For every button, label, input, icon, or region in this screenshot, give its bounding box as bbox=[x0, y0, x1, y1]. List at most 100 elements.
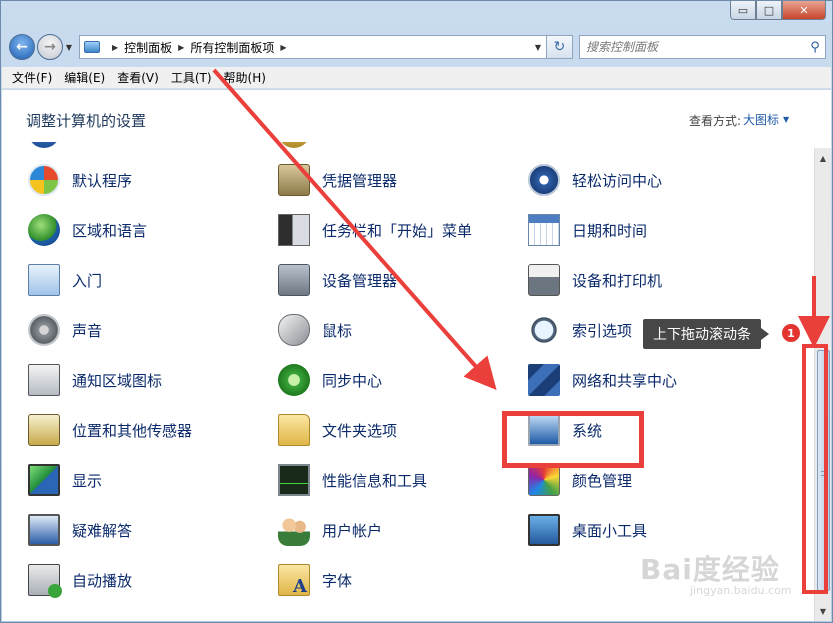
desktop-gadgets-icon bbox=[528, 514, 560, 546]
menu-file[interactable]: 文件(F) bbox=[12, 67, 52, 88]
view-by-value[interactable]: 大图标 bbox=[743, 111, 779, 128]
menu-tools[interactable]: 工具(T) bbox=[171, 67, 212, 88]
item-label: 日期和时间 bbox=[572, 221, 648, 240]
item-label: 网络和共享中心 bbox=[572, 371, 678, 390]
item-date-time[interactable]: 日期和时间 bbox=[528, 212, 647, 248]
item-folder-options[interactable]: 文件夹选项 bbox=[278, 412, 397, 448]
forward-button[interactable]: → bbox=[37, 34, 63, 60]
item-indexing-options[interactable]: 索引选项 bbox=[528, 312, 632, 348]
folder-options-icon bbox=[278, 414, 310, 446]
chevron-right-icon[interactable]: ▶ bbox=[280, 43, 286, 52]
watermark-url: jingyan.baidu.com bbox=[690, 584, 792, 597]
ease-of-access-icon bbox=[528, 164, 560, 196]
chevron-down-icon[interactable]: ▼ bbox=[783, 115, 789, 124]
view-by-label: 查看方式: bbox=[688, 114, 741, 128]
back-button[interactable]: ← bbox=[9, 34, 35, 60]
devices-printers-icon bbox=[528, 264, 560, 296]
taskbar-start-menu-icon bbox=[278, 214, 310, 246]
fonts-icon bbox=[278, 564, 310, 597]
autoplay-icon bbox=[28, 564, 62, 598]
item-getting-started[interactable]: 入门 bbox=[28, 262, 102, 298]
scroll-up-arrow-icon[interactable]: ▲ bbox=[815, 150, 831, 166]
item-ease-of-access[interactable]: 轻松访问中心 bbox=[528, 162, 662, 198]
item-troubleshooting[interactable]: 疑难解答 bbox=[28, 512, 132, 548]
item-label: 鼠标 bbox=[322, 321, 353, 340]
troubleshooting-icon bbox=[28, 514, 60, 546]
content-area: 调整计算机的设置 查看方式: 大图标 ▼ 默认程序 区域和语言 入门 声音 通知… bbox=[2, 90, 831, 621]
search-input[interactable] bbox=[586, 40, 805, 54]
item-label: 颜色管理 bbox=[572, 471, 633, 490]
scroll-down-arrow-icon[interactable]: ▼ bbox=[815, 603, 831, 619]
control-panel-icon bbox=[84, 41, 100, 53]
item-device-manager[interactable]: 设备管理器 bbox=[278, 262, 397, 298]
address-row: ← → ▼ ▶ 控制面板 ▶ 所有控制面板项 ▶ ▼ ↻ ⚲ bbox=[9, 32, 826, 62]
menu-edit[interactable]: 编辑(E) bbox=[64, 67, 105, 88]
item-credential-manager[interactable]: 凭据管理器 bbox=[278, 162, 397, 198]
color-management-icon bbox=[528, 464, 560, 496]
annotation-tooltip: 上下拖动滚动条 bbox=[643, 319, 769, 349]
watermark-logo: Bai度经验 bbox=[640, 553, 780, 586]
item-region-language[interactable]: 区域和语言 bbox=[28, 212, 147, 248]
device-manager-icon bbox=[278, 264, 310, 296]
item-location-sensors[interactable]: 位置和其他传感器 bbox=[28, 412, 192, 448]
address-history-dropdown[interactable]: ▼ bbox=[530, 43, 546, 52]
notification-icons-icon bbox=[28, 364, 60, 396]
partial-icon bbox=[28, 142, 60, 148]
credential-manager-icon bbox=[278, 164, 310, 196]
item-devices-printers[interactable]: 设备和打印机 bbox=[528, 262, 662, 298]
partial-icon bbox=[278, 142, 310, 148]
item-label: 凭据管理器 bbox=[322, 171, 398, 190]
item-label: 显示 bbox=[72, 471, 103, 490]
item-label: 通知区域图标 bbox=[72, 371, 163, 390]
item-label: 位置和其他传感器 bbox=[72, 421, 193, 440]
item-mouse[interactable]: 鼠标 bbox=[278, 312, 352, 348]
getting-started-icon bbox=[28, 264, 60, 296]
item-autoplay[interactable]: 自动播放 bbox=[28, 562, 132, 598]
search-icon[interactable]: ⚲ bbox=[805, 40, 825, 55]
chevron-right-icon[interactable]: ▶ bbox=[178, 43, 184, 52]
region-language-icon bbox=[28, 214, 60, 246]
page-title: 调整计算机的设置 bbox=[26, 112, 147, 130]
date-time-icon bbox=[528, 214, 560, 246]
item-label: 索引选项 bbox=[572, 321, 633, 340]
view-by-dropdown[interactable]: 大图标 ▼ bbox=[743, 111, 789, 128]
caption-buttons: ▭ □ ✕ bbox=[730, 1, 826, 20]
item-label: 用户帐户 bbox=[322, 521, 383, 540]
item-label: 区域和语言 bbox=[72, 221, 148, 240]
menu-bar: 文件(F) 编辑(E) 查看(V) 工具(T) 帮助(H) bbox=[2, 67, 831, 89]
item-user-accounts[interactable]: 用户帐户 bbox=[278, 512, 382, 548]
menu-view[interactable]: 查看(V) bbox=[117, 67, 159, 88]
minimize-button[interactable]: ▭ bbox=[730, 1, 756, 20]
item-network-sharing[interactable]: 网络和共享中心 bbox=[528, 362, 677, 398]
close-button[interactable]: ✕ bbox=[782, 1, 826, 20]
breadcrumb-control-panel[interactable]: 控制面板 bbox=[124, 39, 172, 56]
mouse-icon bbox=[278, 314, 310, 346]
sound-icon bbox=[28, 314, 60, 346]
search-box[interactable]: ⚲ bbox=[579, 35, 826, 59]
item-sync-center[interactable]: 同步中心 bbox=[278, 362, 382, 398]
item-performance[interactable]: 性能信息和工具 bbox=[278, 462, 427, 498]
item-label: 设备管理器 bbox=[322, 271, 398, 290]
item-label: 设备和打印机 bbox=[572, 271, 663, 290]
user-accounts-icon bbox=[278, 514, 310, 546]
item-sound[interactable]: 声音 bbox=[28, 312, 102, 348]
address-bar[interactable]: ▶ 控制面板 ▶ 所有控制面板项 ▶ ▼ bbox=[79, 35, 547, 59]
breadcrumb-all-items[interactable]: 所有控制面板项 bbox=[190, 39, 274, 56]
item-fonts[interactable]: 字体 bbox=[278, 562, 352, 598]
display-icon bbox=[28, 464, 60, 496]
refresh-button[interactable]: ↻ bbox=[547, 35, 573, 59]
recent-pages-dropdown[interactable]: ▼ bbox=[63, 43, 75, 52]
item-default-programs[interactable]: 默认程序 bbox=[28, 162, 132, 198]
menu-help[interactable]: 帮助(H) bbox=[224, 67, 266, 88]
highlight-box-scrollbar bbox=[802, 344, 828, 594]
control-panel-window: ▭ □ ✕ ← → ▼ ▶ 控制面板 ▶ 所有控制面板项 ▶ ▼ ↻ ⚲ 文件(… bbox=[0, 0, 833, 623]
chevron-right-icon[interactable]: ▶ bbox=[112, 43, 118, 52]
item-display[interactable]: 显示 bbox=[28, 462, 102, 498]
item-desktop-gadgets[interactable]: 桌面小工具 bbox=[528, 512, 647, 548]
item-taskbar-start-menu[interactable]: 任务栏和「开始」菜单 bbox=[278, 212, 472, 248]
step-badge: 1 bbox=[782, 324, 800, 342]
maximize-button[interactable]: □ bbox=[756, 1, 782, 20]
item-label: 文件夹选项 bbox=[322, 421, 398, 440]
item-label: 字体 bbox=[322, 571, 353, 590]
item-notification-icons[interactable]: 通知区域图标 bbox=[28, 362, 162, 398]
